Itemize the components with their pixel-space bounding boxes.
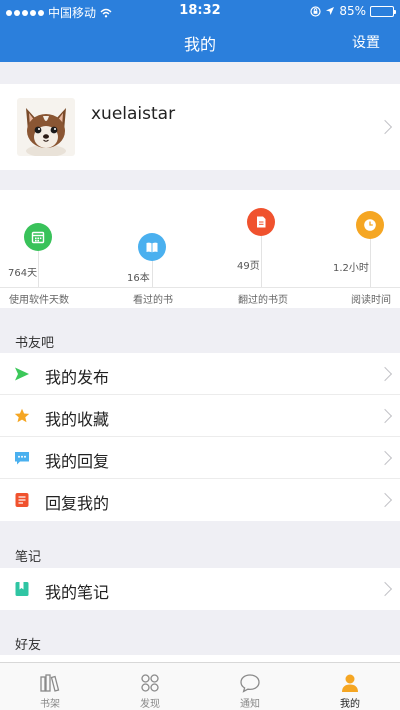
section-header-notes: 笔记 [15, 550, 42, 565]
friends-list [0, 655, 400, 662]
status-right-group: 85% [310, 4, 396, 18]
chevron-right-icon [377, 581, 393, 597]
chevron-right-icon [377, 119, 393, 135]
section-header-friends: 好友 [15, 638, 42, 653]
days-label: 使用软件天数 [9, 295, 69, 306]
chevron-right-icon [377, 366, 393, 382]
list-item-label: 我的回复 [45, 452, 110, 471]
send-icon [15, 367, 29, 381]
discover-icon [141, 674, 159, 692]
notebook-icon [15, 582, 29, 596]
chevron-right-icon [377, 408, 393, 424]
list-item-my-favorites[interactable]: 我的收藏 [0, 395, 400, 437]
top-header: 中国移动 18:32 85% 我的 设置 [0, 0, 400, 62]
comment-icon [15, 452, 29, 465]
settings-button[interactable]: 设置 [352, 32, 380, 52]
tab-label: 通知 [240, 699, 260, 710]
books-label: 看过的书 [133, 295, 173, 306]
star-icon [14, 408, 30, 423]
notification-icon [240, 674, 260, 693]
bookshelf-icon [40, 674, 60, 692]
tab-label: 我的 [340, 699, 360, 710]
orientation-lock-icon [310, 5, 321, 17]
tab-bookshelf[interactable]: 书架 [0, 663, 100, 710]
status-bar: 中国移动 18:32 85% [0, 0, 400, 22]
tab-profile[interactable]: 我的 [300, 663, 400, 710]
notes-list: 我的笔记 [0, 568, 400, 610]
books-value: 16本 [127, 273, 150, 284]
chevron-right-icon [377, 450, 393, 466]
stat-connector-line [370, 239, 371, 287]
reading-stats-panel: 764天 16本 49页 1.2小时 使用软件天数 看过的书 翻过的书页 阅读时… [0, 190, 400, 308]
list-item-replies-to-me[interactable]: 回复我的 [0, 479, 400, 521]
tab-label: 发现 [140, 699, 160, 710]
list-item-label: 我的收藏 [45, 410, 110, 429]
days-value: 764天 [8, 268, 38, 279]
tab-notifications[interactable]: 通知 [200, 663, 300, 710]
book-icon [146, 242, 158, 253]
avatar[interactable] [17, 98, 75, 156]
person-icon [342, 674, 358, 692]
username: xuelaistar [91, 104, 176, 124]
stat-connector-line [152, 260, 153, 287]
list-item-my-replies[interactable]: 我的回复 [0, 437, 400, 479]
section-header-book-friends: 书友吧 [15, 336, 55, 351]
puppy-avatar-icon [17, 98, 75, 156]
location-arrow-icon [326, 7, 335, 15]
clock-icon [364, 219, 376, 231]
chevron-right-icon [377, 492, 393, 508]
list-item-my-posts[interactable]: 我的发布 [0, 353, 400, 395]
reply-doc-icon [15, 493, 29, 507]
list-item-label: 回复我的 [45, 494, 110, 513]
tab-label: 书架 [40, 699, 60, 710]
calendar-icon [31, 231, 45, 244]
list-item-my-notes[interactable]: 我的笔记 [0, 568, 400, 610]
books-stat-badge [138, 233, 166, 261]
stat-connector-line [261, 236, 262, 287]
list-item-label: 我的笔记 [45, 583, 110, 602]
list-item-label: 我的发布 [45, 368, 110, 387]
tab-discover[interactable]: 发现 [100, 663, 200, 710]
pages-stat-badge [247, 208, 275, 236]
book-friends-list: 我的发布 我的收藏 我的回复 回复我的 [0, 353, 400, 521]
bottom-tab-bar: 书架 发现 通知 我的 [0, 662, 400, 710]
profile-card[interactable]: xuelaistar [0, 84, 400, 170]
time-label: 阅读时间 [351, 295, 391, 306]
time-value: 1.2小时 [333, 263, 369, 274]
days-stat-badge [24, 223, 52, 251]
battery-percent: 85% [339, 4, 366, 18]
battery-icon [370, 5, 396, 17]
time-stat-badge [356, 211, 384, 239]
page-icon [257, 216, 266, 228]
pages-value: 49页 [237, 261, 260, 272]
pages-label: 翻过的书页 [238, 295, 288, 306]
stats-baseline [0, 287, 400, 288]
page-title: 我的 [183, 35, 216, 54]
